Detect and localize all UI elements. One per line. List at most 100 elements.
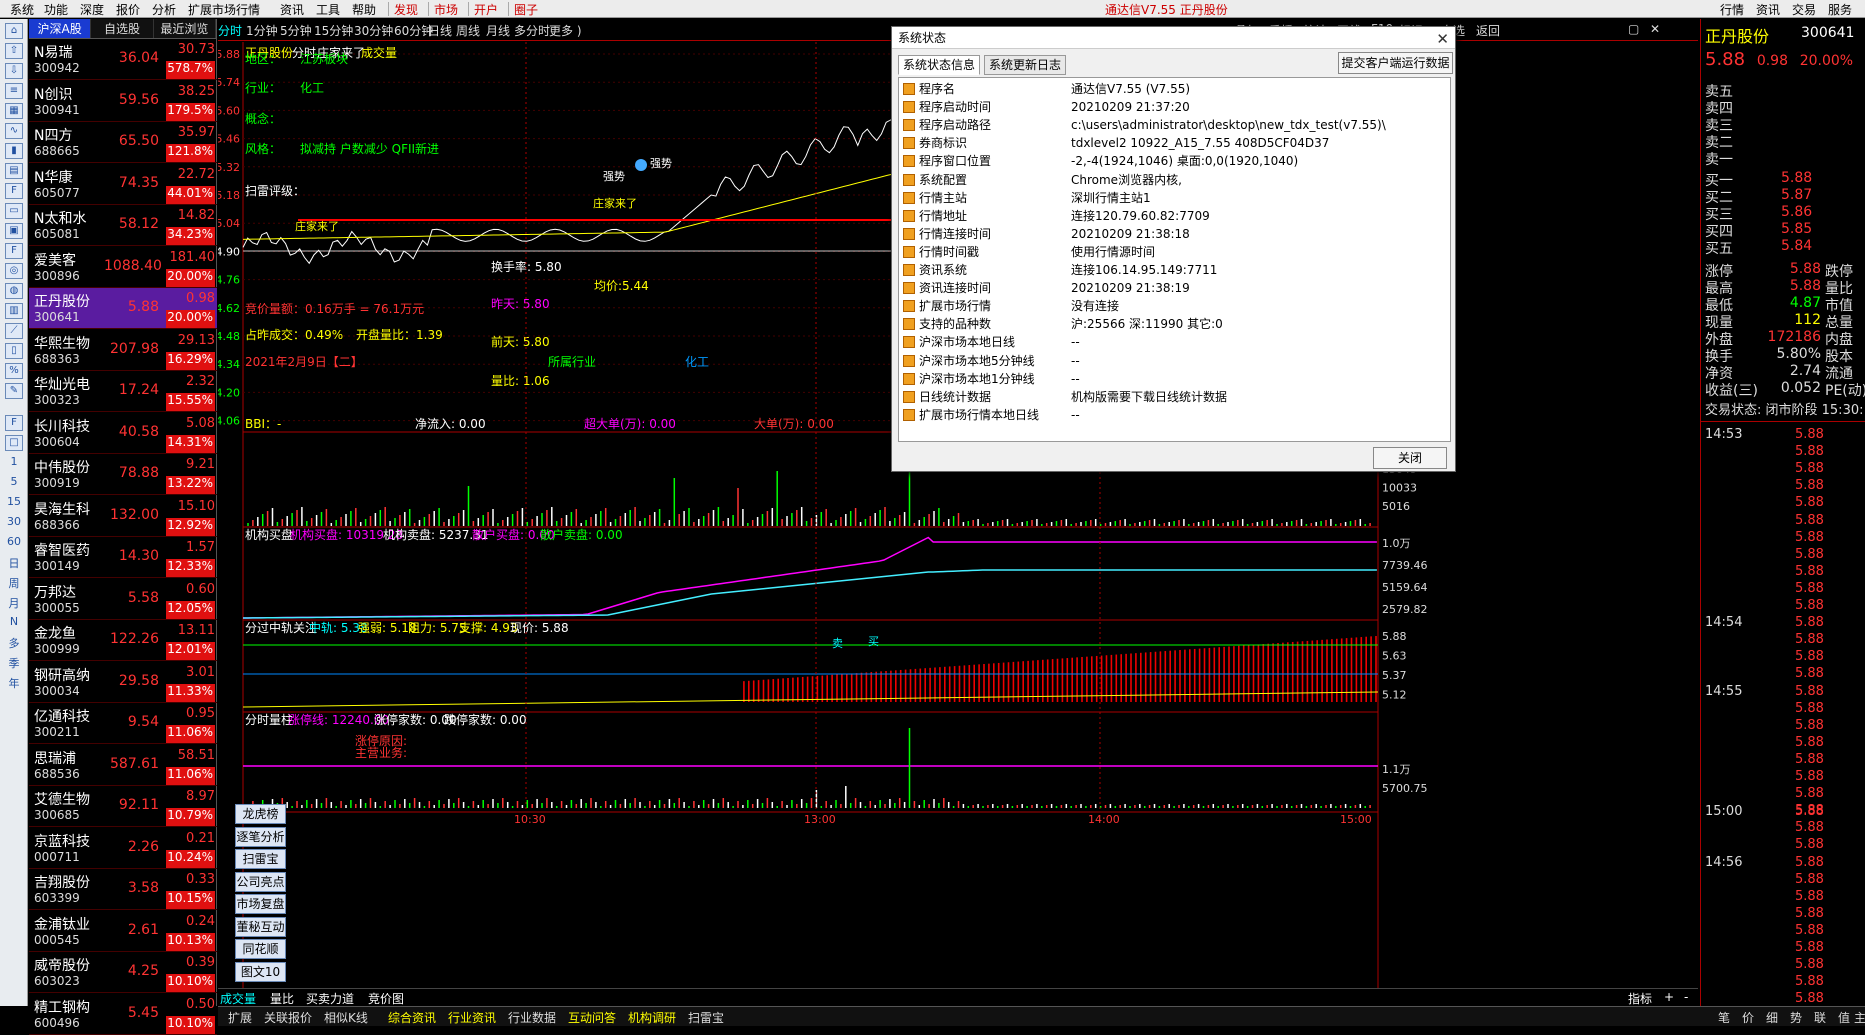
period-5[interactable]: 5 <box>4 475 24 488</box>
menu-news[interactable]: 资讯 <box>280 1 304 18</box>
sb-price[interactable]: 价 <box>1742 1009 1754 1026</box>
period-day[interactable]: 日 <box>4 555 24 571</box>
pencil-icon[interactable]: ✎ <box>5 383 23 399</box>
arrow-down-icon[interactable]: ⇩ <box>5 63 23 79</box>
list-icon[interactable]: ≡ <box>5 83 23 99</box>
tab-auction[interactable]: 竞价图 <box>368 990 404 1007</box>
submit-runtime-button[interactable]: 提交客户端运行数据 <box>1338 52 1453 74</box>
sb-industry-data[interactable]: 行业数据 <box>508 1009 556 1026</box>
sb-link[interactable]: 联 <box>1814 1009 1826 1026</box>
tab-volume[interactable]: 成交量 <box>220 990 256 1007</box>
stock-row[interactable]: N四方 688665 65.50 35.97 121.8% <box>29 122 217 163</box>
side-button[interactable]: 扫雷宝 <box>235 849 286 869</box>
period-tab[interactable]: 多分时 <box>514 22 550 39</box>
indicator-button[interactable]: 指标 <box>1628 990 1652 1007</box>
f10-icon[interactable]: F <box>5 183 23 199</box>
period-season[interactable]: 季 <box>4 655 24 671</box>
stock-row[interactable]: 钢研高纳 300034 29.58 3.01 11.33% <box>29 662 217 703</box>
period-tab[interactable]: 分时 <box>218 22 242 39</box>
stock-row[interactable]: N易瑞 300942 36.04 30.73 578.7% <box>29 39 217 80</box>
grid-icon[interactable]: ▦ <box>5 103 23 119</box>
fiz-icon[interactable]: F <box>5 243 23 259</box>
sb-scan[interactable]: 扫雷宝 <box>688 1009 724 1026</box>
menu-system[interactable]: 系统 <box>10 1 34 18</box>
stock-row[interactable]: 万邦达 300055 5.58 0.60 12.05% <box>29 579 217 620</box>
side-button[interactable]: 市场复盘 <box>235 894 286 914</box>
side-button[interactable]: 公司亮点 <box>235 871 286 892</box>
candle-icon[interactable]: ▮ <box>5 143 23 159</box>
tab-hs-a[interactable]: 沪深A股 <box>29 19 92 38</box>
tab-vol-ratio[interactable]: 量比 <box>270 990 294 1007</box>
period-15[interactable]: 15 <box>4 495 24 508</box>
bars-icon[interactable]: ▯ <box>5 343 23 359</box>
side-button[interactable]: 逐笔分析 <box>235 826 286 847</box>
side-button[interactable]: 图文10 <box>235 961 286 982</box>
radar-icon[interactable]: ◎ <box>5 263 23 279</box>
sb-main[interactable]: 主 <box>1854 1009 1865 1026</box>
chart-line-icon[interactable]: ∿ <box>5 123 23 139</box>
minimize-icon[interactable]: ▢ <box>1628 22 1639 36</box>
stock-row[interactable]: 华灿光电 300323 17.24 2.32 15.55% <box>29 371 217 412</box>
box-icon[interactable]: □ <box>5 435 23 451</box>
stock-row[interactable]: N华康 605077 74.35 22.72 44.01% <box>29 164 217 205</box>
period-tab[interactable]: 5分钟 <box>280 22 312 39</box>
stock-row[interactable]: 艾德生物 300685 92.11 8.97 10.79% <box>29 786 217 827</box>
menu-discover[interactable]: 发现 <box>394 1 418 18</box>
stock-row[interactable]: 昊海生科 688366 132.00 15.10 12.92% <box>29 496 217 537</box>
side-button[interactable]: 同花顺10 <box>235 939 286 974</box>
menu-market[interactable]: 市场 <box>434 1 458 18</box>
sb-extend[interactable]: 扩展 <box>228 1009 252 1026</box>
menu-ext-market[interactable]: 扩展市场行情 <box>188 1 260 18</box>
close-icon[interactable]: ✕ <box>1650 22 1660 36</box>
stock-row[interactable]: 正丹股份 300641 5.88 0.98 20.00% <box>29 288 217 329</box>
stock-row[interactable]: 精工钢构 600496 5.45 0.50 10.10% <box>29 994 217 1035</box>
doc-icon[interactable]: ▭ <box>5 203 23 219</box>
sb-research[interactable]: 机构调研 <box>628 1009 676 1026</box>
sb-detail[interactable]: 细 <box>1766 1009 1778 1026</box>
calc-icon[interactable]: ▣ <box>5 223 23 239</box>
period-tab[interactable]: 日线 <box>428 22 452 39</box>
sb-news[interactable]: 综合资讯 <box>388 1009 436 1026</box>
stock-row[interactable]: 金龙鱼 300999 122.26 13.11 12.01% <box>29 620 217 661</box>
menu-quote[interactable]: 报价 <box>116 1 140 18</box>
stock-row[interactable]: N太和水 605081 58.12 14.82 34.23% <box>29 205 217 246</box>
percent-icon[interactable]: % <box>5 363 23 379</box>
stock-row[interactable]: 睿智医药 300149 14.30 1.57 12.33% <box>29 537 217 578</box>
stock-row[interactable]: 爱美客 300896 1088.40 181.40 20.00% <box>29 247 217 288</box>
chart-tool-button[interactable]: 返回 <box>1476 22 1500 39</box>
sb-related[interactable]: 关联报价 <box>264 1009 312 1026</box>
period-tab[interactable]: 月线 <box>486 22 510 39</box>
close-button[interactable]: 关闭 <box>1373 447 1447 469</box>
sb-qa[interactable]: 互动问答 <box>568 1009 616 1026</box>
close-icon[interactable]: ✕ <box>1436 30 1449 48</box>
menu-help[interactable]: 帮助 <box>352 1 376 18</box>
home-icon[interactable]: ⌂ <box>5 23 23 39</box>
stock-row[interactable]: 华熙生物 688363 207.98 29.13 16.29% <box>29 330 217 371</box>
trend-icon[interactable]: ⟋ <box>5 323 23 339</box>
period-year[interactable]: 年 <box>4 675 24 691</box>
stock-row[interactable]: 京蓝科技 000711 2.26 0.21 10.24% <box>29 828 217 869</box>
stock-row[interactable]: 亿通科技 300211 9.54 0.95 11.06% <box>29 703 217 744</box>
stock-row[interactable]: 长川科技 300604 40.58 5.08 14.31% <box>29 413 217 454</box>
menu-right-quote[interactable]: 行情 <box>1720 1 1744 18</box>
sb-trend[interactable]: 势 <box>1790 1009 1802 1026</box>
period-tab[interactable]: 15分钟 <box>314 22 353 39</box>
zoom-out-button[interactable]: - <box>1684 990 1688 1004</box>
menu-function[interactable]: 功能 <box>44 1 68 18</box>
tab-status-info[interactable]: 系统状态信息 <box>898 55 981 75</box>
arrow-up-icon[interactable]: ⇧ <box>5 43 23 59</box>
stock-row[interactable]: 吉翔股份 603399 3.58 0.33 10.15% <box>29 869 217 910</box>
period-multi[interactable]: 多 <box>4 635 24 651</box>
sb-similar-k[interactable]: 相似K线 <box>324 1009 368 1026</box>
menu-right-trade[interactable]: 交易 <box>1792 1 1816 18</box>
period-tab[interactable]: 30分钟 <box>354 22 393 39</box>
sb-tick[interactable]: 笔 <box>1718 1009 1730 1026</box>
stock-row[interactable]: 中伟股份 300919 78.88 9.21 13.22% <box>29 454 217 495</box>
sb-industry-news[interactable]: 行业资讯 <box>448 1009 496 1026</box>
period-30[interactable]: 30 <box>4 515 24 528</box>
period-week[interactable]: 周 <box>4 575 24 591</box>
period-tab[interactable]: 周线 <box>456 22 480 39</box>
sb-value[interactable]: 值 <box>1838 1009 1850 1026</box>
period-60[interactable]: 60 <box>4 535 24 548</box>
zoom-in-button[interactable]: + <box>1664 990 1674 1004</box>
